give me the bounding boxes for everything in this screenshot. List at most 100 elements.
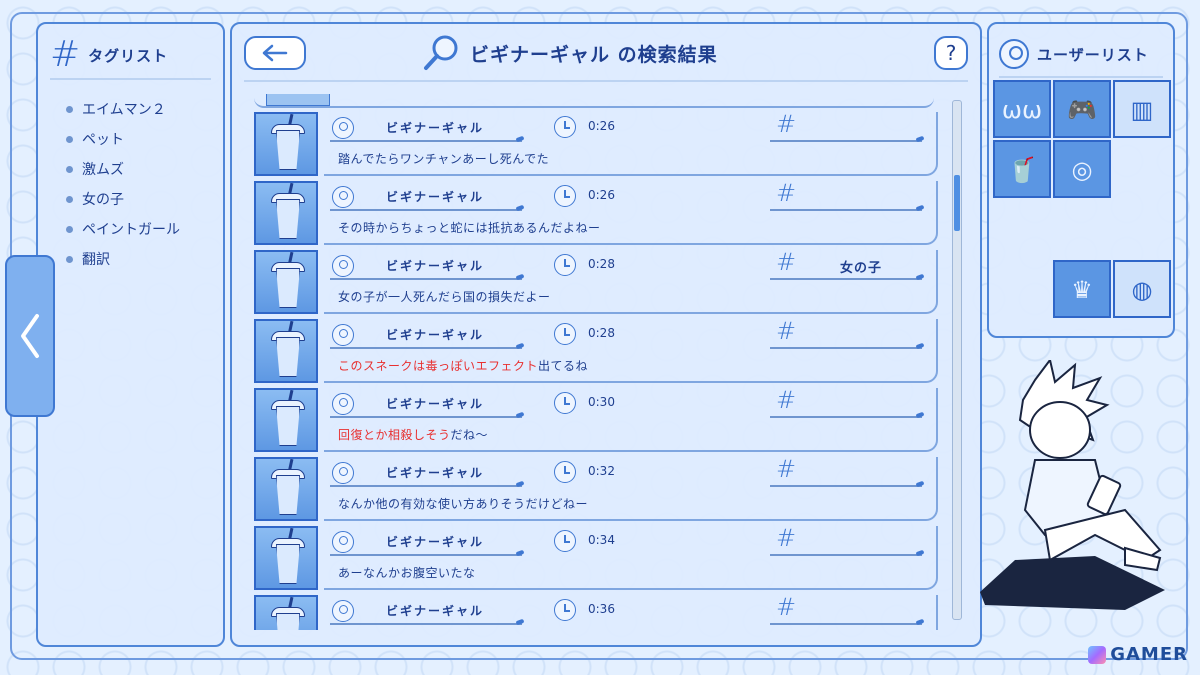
result-time[interactable]: 0:34 xyxy=(588,533,615,547)
underline xyxy=(770,347,922,349)
hash-icon: # xyxy=(776,455,797,483)
underline xyxy=(770,278,922,280)
user-avatar[interactable]: 🎮 xyxy=(1053,80,1111,138)
cup-shape xyxy=(276,199,300,239)
tag-item[interactable]: 女の子 xyxy=(66,184,180,214)
tag-list-title: タグリスト xyxy=(88,46,169,65)
drink-thumbnail xyxy=(254,526,318,590)
cup-shape xyxy=(276,613,300,630)
tag-item-label: ペイントガール xyxy=(82,222,180,238)
collapse-sidebar-button[interactable] xyxy=(5,255,55,417)
help-button[interactable]: ? xyxy=(934,36,968,70)
result-time[interactable]: 0:32 xyxy=(588,464,615,478)
result-row[interactable]: ビギナーギャル 0:30 # 回復とか相殺しそうだね～ xyxy=(254,388,938,452)
tag-item[interactable]: ペイントガール xyxy=(66,214,180,244)
result-row[interactable]: ビギナーギャル 0:36 # xyxy=(254,595,938,630)
user-avatar[interactable]: 🥤 xyxy=(993,140,1051,198)
globe-avatar-icon: ◍ xyxy=(1131,276,1153,304)
result-time[interactable]: 0:26 xyxy=(588,119,615,133)
cup-shape xyxy=(276,475,300,515)
clock-icon xyxy=(554,254,576,276)
hash-icon: # xyxy=(776,110,797,138)
result-row[interactable]: ビギナーギャル 0:34 # あーなんかお腹空いたな xyxy=(254,526,938,590)
comment-card: ビギナーギャル 0:28 # このスネークは毒っぽいエフェクト出てるね xyxy=(324,319,938,383)
gamepad-avatar-icon: 🎮 xyxy=(1067,96,1097,124)
user-list-panel: ユーザーリスト ωω 🎮 ▥ 🥤 ◎ ♛ ◍ xyxy=(987,22,1175,338)
maid-silhouette-avatar-icon: ♛ xyxy=(1071,276,1093,304)
user-avatar[interactable]: ◎ xyxy=(1053,140,1111,198)
user-icon xyxy=(999,39,1029,69)
underline xyxy=(330,416,522,418)
tag-item[interactable]: ペット xyxy=(66,124,180,154)
result-time[interactable]: 0:26 xyxy=(588,188,615,202)
result-tag[interactable]: 女の子 xyxy=(840,257,882,276)
user-avatar[interactable]: ◍ xyxy=(1113,260,1171,318)
gamer-logo-icon xyxy=(1088,645,1107,664)
tag-item[interactable]: 翻訳 xyxy=(66,244,180,274)
user-avatar[interactable]: ♛ xyxy=(1053,260,1111,318)
comment-text: だね～ xyxy=(450,428,489,442)
hash-icon: # xyxy=(50,34,81,75)
hash-icon: # xyxy=(776,317,797,345)
user-avatar[interactable]: ωω xyxy=(993,80,1051,138)
user-icon xyxy=(332,600,354,622)
bullet-icon xyxy=(66,165,73,173)
cup-shape xyxy=(276,406,300,446)
drink-thumbnail xyxy=(254,319,318,383)
result-row[interactable]: ビギナーギャル 0:32 # なんか他の有効な使い方ありそうだけどねー xyxy=(254,457,938,521)
result-user-name[interactable]: ビギナーギャル xyxy=(386,464,484,481)
drink-thumbnail xyxy=(254,112,318,176)
result-user-name[interactable]: ビギナーギャル xyxy=(386,533,484,550)
result-time[interactable]: 0:36 xyxy=(588,602,615,616)
arrow-left-icon xyxy=(262,44,288,62)
back-button[interactable] xyxy=(244,36,306,70)
result-user-name[interactable]: ビギナーギャル xyxy=(386,188,484,205)
tag-item-label: ペット xyxy=(82,132,124,148)
result-row[interactable]: ビギナーギャル 0:26 # 踏んでたらワンチャンあーし死んでた xyxy=(254,112,938,176)
tag-item[interactable]: エイムマン２ xyxy=(66,94,180,124)
help-label: ? xyxy=(945,41,957,65)
result-row[interactable]: ビギナーギャル 0:26 # その時からちょっと蛇には抵抗あるんだよねー xyxy=(254,181,938,245)
underline xyxy=(330,347,522,349)
comment-text: 出てるね xyxy=(538,359,589,373)
bullet-icon xyxy=(66,105,73,113)
result-row[interactable]: ビギナーギャル 0:28 # 女の子 女の子が一人死んだら国の損失だよー xyxy=(254,250,938,314)
result-user-name[interactable]: ビギナーギャル xyxy=(386,602,484,619)
tag-list: エイムマン２ ペット 激ムズ 女の子 ペイントガール 翻訳 xyxy=(66,94,180,274)
result-time[interactable]: 0:28 xyxy=(588,326,615,340)
drink-cup-avatar-icon: 🥤 xyxy=(1007,156,1037,184)
hash-icon: # xyxy=(776,248,797,276)
results-scrollbar[interactable] xyxy=(952,100,962,620)
result-time[interactable]: 0:28 xyxy=(588,257,615,271)
result-user-name[interactable]: ビギナーギャル xyxy=(386,395,484,412)
bullet-icon xyxy=(66,135,73,143)
result-comment: 回復とか相殺しそうだね～ xyxy=(338,426,488,443)
result-time[interactable]: 0:30 xyxy=(588,395,615,409)
user-icon xyxy=(332,393,354,415)
result-comment: なんか他の有効な使い方ありそうだけどねー xyxy=(338,495,588,512)
cup-shape xyxy=(276,544,300,584)
result-user-name[interactable]: ビギナーギャル xyxy=(386,326,484,343)
comment-card: ビギナーギャル 0:30 # 回復とか相殺しそうだね～ xyxy=(324,388,938,452)
user-icon xyxy=(332,186,354,208)
tag-item[interactable]: 激ムズ xyxy=(66,154,180,184)
highlighted-comment-text: 回復とか相殺しそう xyxy=(338,428,451,442)
user-avatar[interactable]: ▥ xyxy=(1113,80,1171,138)
tag-list-header: # タグリスト xyxy=(50,32,211,80)
tag-item-label: 翻訳 xyxy=(82,252,110,268)
comment-text: その時からちょっと蛇には抵抗あるんだよねー xyxy=(338,221,601,235)
highlighted-comment-text: このスネークは毒っぽいエフェクト xyxy=(338,359,539,373)
result-user-name[interactable]: ビギナーギャル xyxy=(386,119,484,136)
clock-icon xyxy=(554,185,576,207)
comment-card: ビギナーギャル 0:28 # 女の子 女の子が一人死んだら国の損失だよー xyxy=(324,250,938,314)
tag-list-panel: # タグリスト エイムマン２ ペット 激ムズ 女の子 ペイントガール 翻訳 xyxy=(36,22,225,647)
bullet-icon xyxy=(66,225,73,233)
tag-item-label: 女の子 xyxy=(82,192,124,208)
result-row[interactable]: ビギナーギャル 0:28 # このスネークは毒っぽいエフェクト出てるね xyxy=(254,319,938,383)
result-user-name[interactable]: ビギナーギャル xyxy=(386,257,484,274)
comment-text: なんか他の有効な使い方ありそうだけどねー xyxy=(338,497,589,511)
hash-icon: # xyxy=(776,179,797,207)
comment-card: ビギナーギャル 0:26 # その時からちょっと蛇には抵抗あるんだよねー xyxy=(324,181,938,245)
gamer-watermark: GAMER xyxy=(1088,644,1188,665)
scrollbar-thumb[interactable] xyxy=(954,175,960,231)
